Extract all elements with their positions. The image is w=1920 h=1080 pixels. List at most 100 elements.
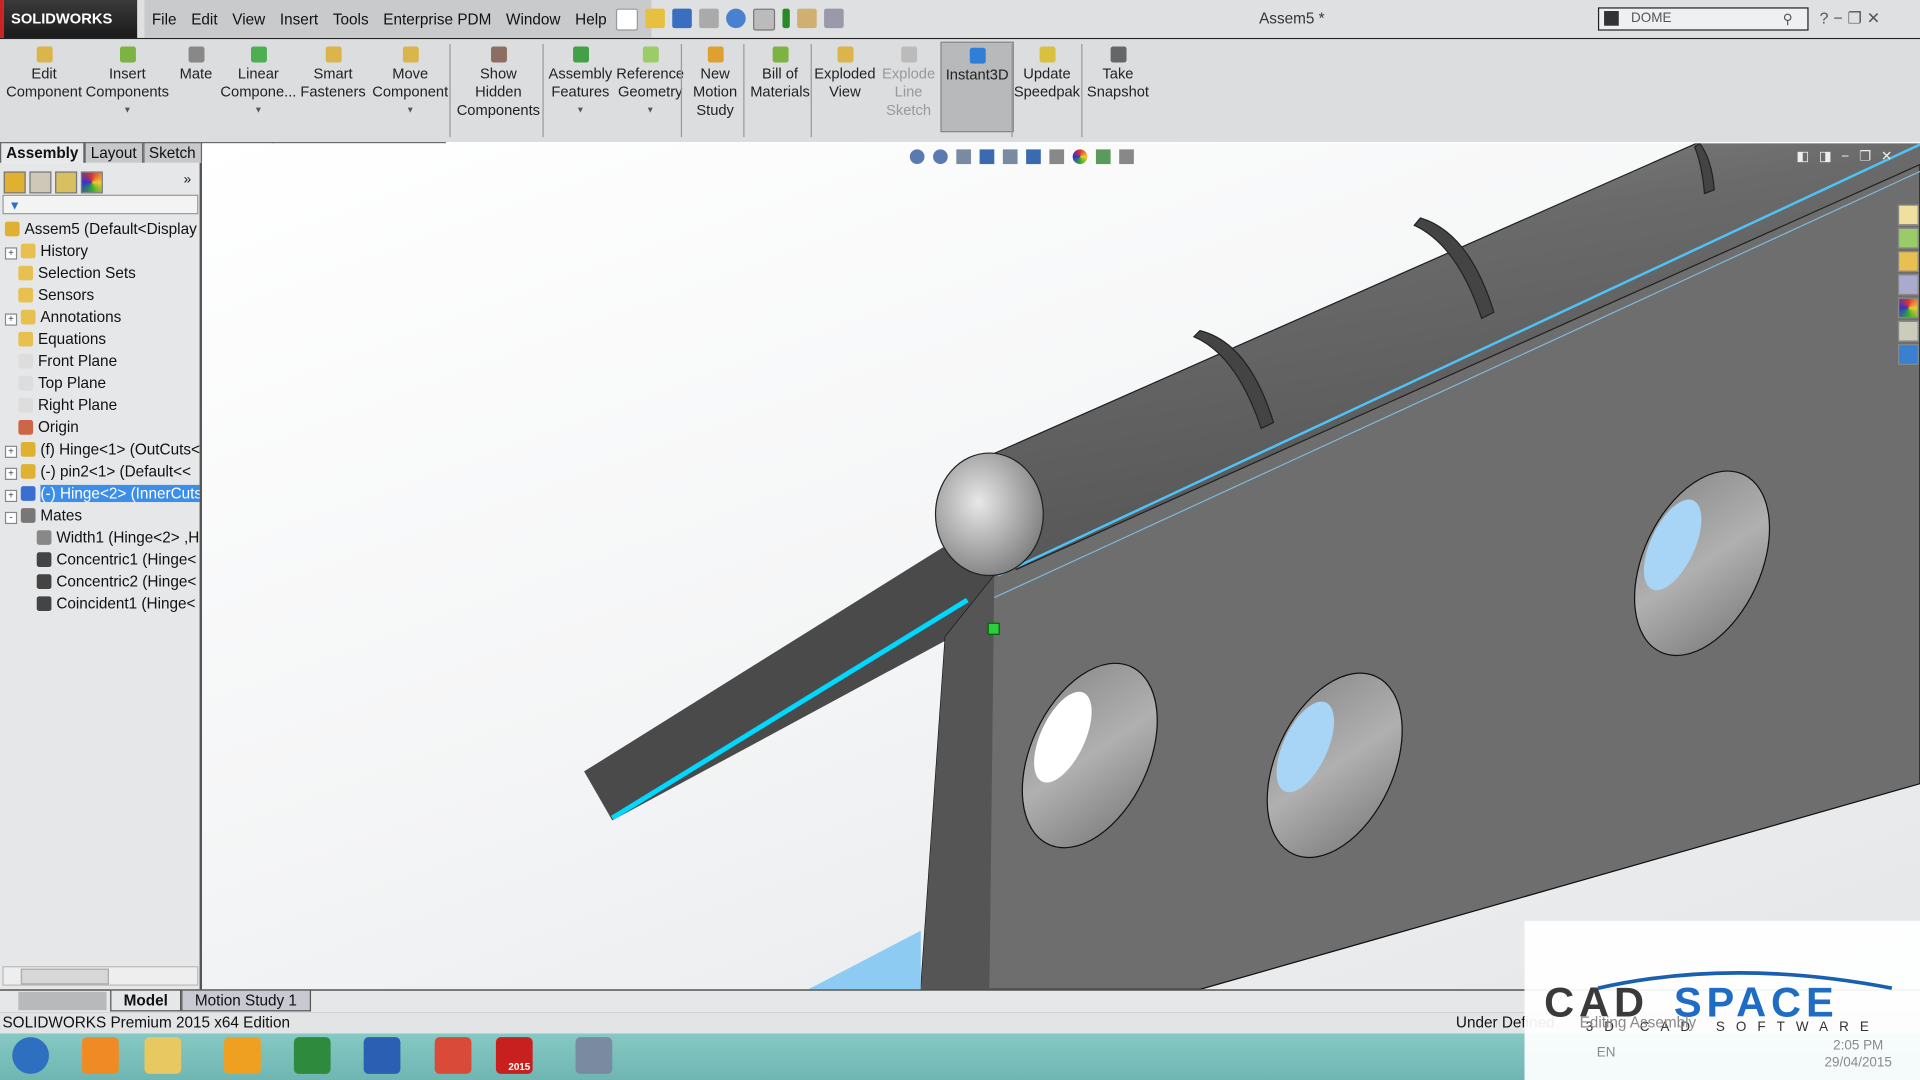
feature-manager-tab-icon[interactable] xyxy=(3,171,26,194)
viewport-restore-icon[interactable]: ❐ xyxy=(1859,149,1881,164)
custom-properties-icon[interactable] xyxy=(1897,320,1919,342)
open-file-icon[interactable] xyxy=(645,8,665,29)
tree-item[interactable]: Width1 (Hinge<2> ,H xyxy=(0,527,200,549)
previous-view-icon[interactable] xyxy=(956,149,972,165)
solidworks-logo[interactable]: SOLIDWORKS xyxy=(0,0,138,38)
language-indicator[interactable]: EN xyxy=(1597,1046,1616,1061)
file-explorer-pane-icon[interactable] xyxy=(1897,251,1919,272)
viewport-minimize-icon[interactable]: − xyxy=(1841,149,1859,164)
ribbon-button-insert-components[interactable]: Insert Components ▼ xyxy=(83,42,171,120)
property-manager-tab-icon[interactable] xyxy=(29,171,52,194)
expand-toggle-icon[interactable]: + xyxy=(4,467,18,481)
clock[interactable]: 2:05 PM 29/04/2015 xyxy=(1824,1037,1891,1071)
menu-enterprise-pdm[interactable]: Enterprise PDM xyxy=(376,10,499,27)
undo-icon[interactable] xyxy=(726,8,746,29)
menu-view[interactable]: View xyxy=(225,10,273,27)
dropdown-caret-icon[interactable]: ▼ xyxy=(546,102,615,120)
tree-item[interactable]: Right Plane xyxy=(0,394,200,416)
tree-item[interactable]: + (-) Hinge<2> (InnerCuts xyxy=(0,482,200,504)
rebuild-icon[interactable] xyxy=(782,8,790,29)
menu-file[interactable]: File xyxy=(144,10,183,27)
options-icon[interactable] xyxy=(824,8,844,29)
tab-model[interactable]: Model xyxy=(110,990,182,1012)
ribbon-button-show-hidden[interactable]: Show Hidden Components xyxy=(453,42,544,120)
display-manager-tab-icon[interactable] xyxy=(80,171,103,194)
design-library-icon[interactable] xyxy=(1897,227,1919,249)
dropdown-caret-icon[interactable]: ▼ xyxy=(370,102,451,120)
restore-icon[interactable]: ❐ xyxy=(1848,9,1867,27)
expand-toggle-icon[interactable]: + xyxy=(4,489,18,503)
start-button[interactable] xyxy=(12,1037,49,1074)
media-player-icon[interactable] xyxy=(82,1037,119,1074)
menu-help[interactable]: Help xyxy=(568,10,614,27)
tree-item[interactable]: - Mates xyxy=(0,504,200,526)
tab-scroll-buttons[interactable] xyxy=(18,991,107,1011)
display-style-icon[interactable] xyxy=(1049,149,1065,165)
dynamic-annotation-icon[interactable] xyxy=(1002,149,1018,165)
tree-item[interactable]: Concentric1 (Hinge< xyxy=(0,549,200,571)
appearance-icon[interactable] xyxy=(1072,149,1088,165)
ribbon-button-move-component[interactable]: Move Component ▼ xyxy=(370,42,451,120)
tree-item[interactable]: Front Plane xyxy=(0,350,200,372)
tab-assembly[interactable]: Assembly xyxy=(0,142,85,163)
appearances-pane-icon[interactable] xyxy=(1897,297,1919,319)
view-settings-icon[interactable] xyxy=(1119,149,1134,165)
hinge-model-view[interactable] xyxy=(202,143,1920,990)
zoom-to-fit-icon[interactable] xyxy=(909,149,925,165)
expand-panel-icon[interactable]: » xyxy=(184,173,192,188)
viewport-close-icon[interactable]: ✕ xyxy=(1881,149,1902,164)
word-icon[interactable] xyxy=(363,1037,401,1074)
forum-icon[interactable] xyxy=(1897,344,1919,365)
tree-item[interactable]: Assem5 (Default<Display xyxy=(0,218,200,240)
minimize-icon[interactable]: − xyxy=(1833,9,1847,27)
tree-item[interactable]: Equations xyxy=(0,328,200,350)
solidworks-resources-icon[interactable] xyxy=(1897,204,1919,226)
file-properties-icon[interactable] xyxy=(797,8,817,29)
ribbon-button-instant3d[interactable]: Instant3D xyxy=(940,41,1014,133)
tree-filter-input[interactable]: ▼ xyxy=(2,194,199,215)
menu-tools[interactable]: Tools xyxy=(326,10,376,27)
zoom-to-area-icon[interactable] xyxy=(933,149,948,165)
view-orientation-icon[interactable] xyxy=(1026,149,1041,165)
ribbon-button-bill-of-materials[interactable]: Bill of Materials xyxy=(747,42,813,102)
tree-item[interactable]: Selection Sets xyxy=(0,262,200,284)
tile-left-icon[interactable]: ◧ xyxy=(1796,149,1819,164)
tree-item[interactable]: Concentric2 (Hinge< xyxy=(0,571,200,593)
tab-motion-study-1[interactable]: Motion Study 1 xyxy=(181,990,311,1012)
ribbon-button-exploded-view[interactable]: Exploded View xyxy=(813,42,877,102)
tree-item[interactable]: + (f) Hinge<1> (OutCuts< xyxy=(0,438,200,460)
ribbon-button-assembly-features[interactable]: Assembly Features ▼ xyxy=(546,42,615,120)
save-icon[interactable] xyxy=(672,8,692,29)
scene-icon[interactable] xyxy=(1095,149,1111,165)
menu-insert[interactable]: Insert xyxy=(273,10,326,27)
menu-window[interactable]: Window xyxy=(499,10,568,27)
select-pointer-icon[interactable] xyxy=(753,8,776,31)
expand-toggle-icon[interactable]: + xyxy=(4,247,18,260)
ribbon-button-update-speedpak[interactable]: Update Speedpak xyxy=(1011,42,1082,102)
ribbon-button-new-motion[interactable]: New Motion Study xyxy=(686,42,745,120)
solidworks-2015-icon[interactable]: 2015 xyxy=(495,1037,533,1074)
horizontal-scrollbar[interactable] xyxy=(2,966,199,986)
section-view-icon[interactable] xyxy=(979,149,995,165)
tree-item[interactable]: Top Plane xyxy=(0,372,200,394)
close-icon[interactable]: ✕ xyxy=(1867,9,1885,27)
tab-layout[interactable]: Layout xyxy=(84,142,143,163)
ribbon-button-linear-compone-[interactable]: Linear Compone... ▼ xyxy=(220,42,296,120)
outlook-icon[interactable] xyxy=(224,1037,261,1074)
scrollbar-thumb[interactable] xyxy=(20,968,109,985)
ribbon-button-take-snapshot[interactable]: Take Snapshot xyxy=(1082,42,1153,102)
tree-item[interactable]: + Annotations xyxy=(0,306,200,328)
configuration-manager-tab-icon[interactable] xyxy=(55,171,78,194)
file-explorer-icon[interactable] xyxy=(144,1037,182,1074)
ribbon-button-explode-line[interactable]: Explode Line Sketch xyxy=(877,42,941,120)
chrome-icon[interactable] xyxy=(434,1037,472,1074)
ribbon-button-reference-geometry[interactable]: Reference Geometry ▼ xyxy=(615,42,686,120)
expand-toggle-icon[interactable]: + xyxy=(4,313,18,326)
dropdown-caret-icon[interactable]: ▼ xyxy=(220,102,296,120)
network-tool-icon[interactable] xyxy=(575,1037,613,1074)
excel-icon[interactable] xyxy=(293,1037,331,1074)
ribbon-button-mate[interactable]: Mate xyxy=(171,42,220,84)
dropdown-caret-icon[interactable]: ▼ xyxy=(83,102,171,120)
expand-toggle-icon[interactable]: - xyxy=(4,511,18,525)
tree-item[interactable]: + History xyxy=(0,240,200,262)
